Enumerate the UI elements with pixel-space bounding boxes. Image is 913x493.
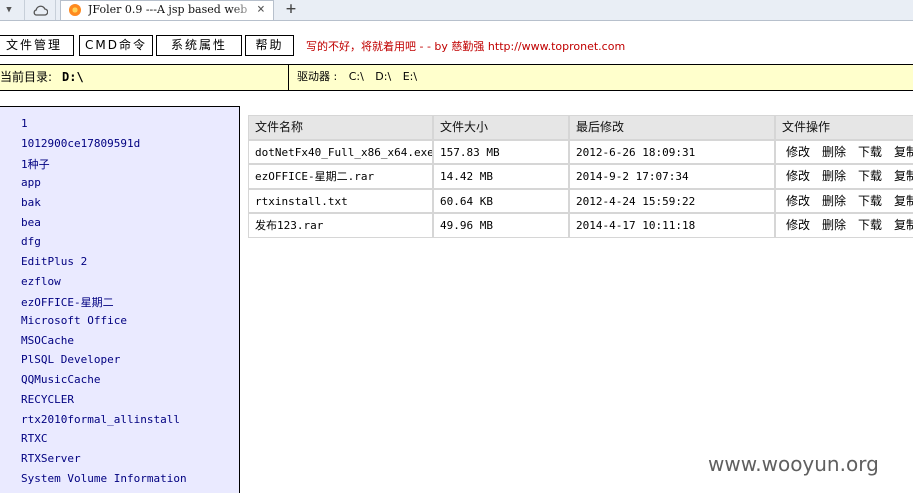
- main-toolbar: 文件管理 CMD命令 系统属性 帮助 写的不好，将就着用吧 - - by 慈勤强…: [0, 35, 913, 57]
- file-size: 14.42 MB: [433, 164, 569, 189]
- file-actions: 修改删除下载复制: [775, 188, 913, 213]
- directory-link[interactable]: MSOCache: [21, 334, 74, 347]
- table-row: dotNetFx40_Full_x86_x64.exe 157.83 MB 20…: [248, 139, 913, 164]
- directory-link[interactable]: ezflow: [21, 275, 61, 288]
- directory-link[interactable]: Microsoft Office: [21, 314, 127, 327]
- directory-link[interactable]: app: [21, 176, 41, 189]
- directory-link[interactable]: PlSQL Developer: [21, 353, 120, 366]
- copy-link[interactable]: 复制: [894, 141, 913, 164]
- column-header-modified: 最后修改: [569, 115, 775, 140]
- delete-link[interactable]: 删除: [822, 141, 846, 164]
- copy-link[interactable]: 复制: [894, 165, 913, 188]
- system-properties-button[interactable]: 系统属性: [156, 35, 242, 56]
- directory-link[interactable]: rtx2010formal_allinstall: [21, 413, 180, 426]
- close-tab-icon[interactable]: ×: [257, 2, 265, 17]
- current-directory-label: 当前目录:: [0, 70, 53, 84]
- edit-link[interactable]: 修改: [786, 165, 810, 188]
- file-modified: 2012-4-24 15:59:22: [569, 188, 775, 213]
- delete-link[interactable]: 删除: [822, 214, 846, 237]
- directory-link[interactable]: ezOFFICE-星期二: [21, 294, 114, 310]
- file-name: ezOFFICE-星期二.rar: [248, 164, 433, 189]
- download-link[interactable]: 下载: [858, 214, 882, 237]
- file-actions: 修改删除下载复制: [775, 213, 913, 238]
- watermark: www.wooyun.org: [708, 452, 879, 476]
- browser-tab-strip: ▼ JFoler 0.9 ---A jsp based web × +: [0, 0, 913, 21]
- copy-link[interactable]: 复制: [894, 214, 913, 237]
- file-name: rtxinstall.txt: [248, 188, 433, 213]
- browser-tab[interactable]: JFoler 0.9 ---A jsp based web ×: [60, 0, 274, 20]
- file-size: 60.64 KB: [433, 188, 569, 213]
- directory-link[interactable]: 1: [21, 117, 28, 130]
- file-modified: 2014-9-2 17:07:34: [569, 164, 775, 189]
- directory-link[interactable]: RTXServer: [21, 452, 81, 465]
- new-tab-icon[interactable]: +: [281, 0, 301, 20]
- path-bar: 当前目录: D:\ 驱动器 : C:\ D:\ E:\: [0, 64, 913, 91]
- file-size: 157.83 MB: [433, 139, 569, 164]
- download-link[interactable]: 下载: [858, 141, 882, 164]
- table-row: ezOFFICE-星期二.rar 14.42 MB 2014-9-2 17:07…: [248, 164, 913, 189]
- favicon-icon: [69, 4, 81, 16]
- file-modified: 2014-4-17 10:11:18: [569, 213, 775, 238]
- directory-link[interactable]: bak: [21, 196, 41, 209]
- copy-link[interactable]: 复制: [894, 190, 913, 213]
- directory-link[interactable]: QQMusicCache: [21, 373, 100, 386]
- directory-link[interactable]: 1种子: [21, 156, 50, 172]
- tab-title: JFoler 0.9 ---A jsp based web: [88, 3, 248, 16]
- tab-list-chevron-icon[interactable]: ▼: [0, 0, 18, 20]
- download-link[interactable]: 下载: [858, 165, 882, 188]
- directory-link[interactable]: EditPlus 2: [21, 255, 87, 268]
- column-header-name: 文件名称: [248, 115, 433, 140]
- delete-link[interactable]: 删除: [822, 165, 846, 188]
- file-table: 文件名称 文件大小 最后修改 文件操作 dotNetFx40_Full_x86_…: [248, 115, 913, 238]
- directory-link[interactable]: RTXC: [21, 432, 48, 445]
- directory-link[interactable]: RECYCLER: [21, 393, 74, 406]
- file-size: 49.96 MB: [433, 213, 569, 238]
- drive-link[interactable]: D:\: [375, 70, 391, 83]
- edit-link[interactable]: 修改: [786, 141, 810, 164]
- table-header-row: 文件名称 文件大小 最后修改 文件操作: [248, 115, 913, 140]
- file-manager-button[interactable]: 文件管理: [0, 35, 74, 56]
- edit-link[interactable]: 修改: [786, 190, 810, 213]
- directory-tree: 1 1012900ce17809591d 1种子 app bak bea dfg…: [0, 106, 240, 493]
- table-row: rtxinstall.txt 60.64 KB 2012-4-24 15:59:…: [248, 188, 913, 213]
- column-header-actions: 文件操作: [775, 115, 913, 140]
- directory-link[interactable]: bea: [21, 216, 41, 229]
- file-modified: 2012-6-26 18:09:31: [569, 139, 775, 164]
- file-name: 发布123.rar: [248, 213, 433, 238]
- drive-list: 驱动器 : C:\ D:\ E:\: [297, 65, 425, 90]
- current-directory-path: D:\: [62, 70, 84, 84]
- file-actions: 修改删除下载复制: [775, 139, 913, 164]
- drive-link[interactable]: C:\: [349, 70, 364, 83]
- current-directory: 当前目录: D:\: [0, 65, 289, 90]
- edit-link[interactable]: 修改: [786, 214, 810, 237]
- file-actions: 修改删除下载复制: [775, 164, 913, 189]
- help-button[interactable]: 帮助: [245, 35, 294, 56]
- delete-link[interactable]: 删除: [822, 190, 846, 213]
- drive-link[interactable]: E:\: [403, 70, 417, 83]
- cmd-button[interactable]: CMD命令: [79, 35, 153, 56]
- cloud-icon[interactable]: [24, 0, 56, 20]
- column-header-size: 文件大小: [433, 115, 569, 140]
- file-name: dotNetFx40_Full_x86_x64.exe: [248, 139, 433, 164]
- download-link[interactable]: 下载: [858, 190, 882, 213]
- author-tagline: 写的不好，将就着用吧 - - by 慈勤强 http://www.toprone…: [306, 40, 626, 53]
- directory-link[interactable]: 1012900ce17809591d: [21, 137, 140, 150]
- directory-link[interactable]: dfg: [21, 235, 41, 248]
- table-row: 发布123.rar 49.96 MB 2014-4-17 10:11:18 修改…: [248, 213, 913, 238]
- drives-label: 驱动器 :: [297, 70, 338, 83]
- directory-link[interactable]: System Volume Information: [21, 472, 187, 485]
